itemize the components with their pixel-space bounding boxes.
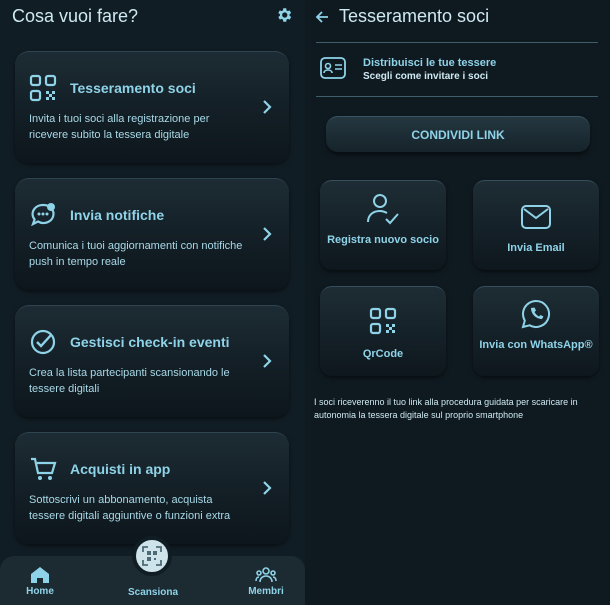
tile-label: QrCode: [362, 348, 404, 360]
back-arrow-icon[interactable]: [315, 10, 329, 24]
cart-icon: [31, 457, 57, 480]
chevron-right-icon: [263, 100, 272, 114]
id-card-icon: [320, 57, 346, 79]
scan-icon: [142, 546, 162, 566]
card-title: Invia notifiche: [70, 207, 165, 223]
scan-button[interactable]: [132, 536, 172, 576]
info-subtitle: Scegli come invitare i soci: [363, 71, 489, 82]
divider: [316, 42, 598, 43]
qr-icon: [29, 74, 57, 102]
card-title: Tesseramento soci: [70, 80, 196, 96]
tile-whatsapp[interactable]: Invia con WhatsApp®: [473, 286, 599, 376]
nav-members[interactable]: Membri: [244, 566, 288, 597]
left-pane: Cosa vuoi fare? Tesseramento soci Invita…: [0, 0, 305, 605]
tile-qrcode[interactable]: QrCode: [320, 286, 446, 376]
chevron-right-icon: [263, 354, 272, 368]
divider: [316, 96, 598, 97]
chat-bubble-icon: [31, 203, 55, 227]
tile-label: Registra nuovo socio: [327, 234, 439, 246]
page-title: Cosa vuoi fare?: [12, 6, 139, 26]
chevron-right-icon: [263, 227, 272, 241]
tile-registra-socio[interactable]: Registra nuovo socio: [320, 180, 446, 270]
info-title: Distribuisci le tue tessere: [363, 57, 497, 69]
card-description: Crea la lista partecipanti scansionando …: [29, 367, 230, 395]
card-title: Acquisti in app: [70, 461, 171, 477]
nav-home-label: Home: [26, 586, 54, 597]
card-gestisci-check-in[interactable]: Gestisci check-in eventi Crea la lista p…: [15, 305, 289, 417]
users-icon: [255, 567, 277, 583]
card-title: Gestisci check-in eventi: [70, 334, 230, 350]
home-icon: [31, 567, 49, 583]
whatsapp-icon: [521, 299, 551, 329]
card-tesseramento-soci[interactable]: Tesseramento soci Invita i tuoi soci all…: [15, 51, 289, 163]
card-invia-notifiche[interactable]: Invia notifiche Comunica i tuoi aggiorna…: [15, 178, 289, 290]
scan-label[interactable]: Scansiona: [118, 587, 188, 598]
user-check-icon: [367, 194, 399, 225]
tile-invia-email[interactable]: Invia Email: [473, 180, 599, 270]
info-note: I soci riceverenno il tuo link alla proc…: [314, 397, 578, 420]
gear-icon[interactable]: [275, 6, 293, 24]
chevron-right-icon: [263, 481, 272, 495]
nav-members-label: Membri: [248, 586, 284, 597]
tile-label: Invia con WhatsApp®: [479, 339, 593, 351]
qr-icon: [369, 307, 397, 335]
card-acquisti-in-app[interactable]: Acquisti in app Sottoscrivi un abbonamen…: [15, 432, 289, 544]
check-circle-icon: [30, 329, 56, 355]
card-description: Comunica i tuoi aggiornamenti con notifi…: [29, 240, 243, 268]
tile-label: Invia Email: [507, 242, 565, 254]
share-link-button[interactable]: CONDIVIDI LINK: [326, 116, 590, 152]
mail-icon: [521, 205, 551, 229]
page-title-right: Tesseramento soci: [339, 6, 490, 26]
card-description: Invita i tuoi soci alla registrazione pe…: [29, 113, 210, 141]
nav-home[interactable]: Home: [22, 566, 58, 597]
card-description: Sottoscrivi un abbonamento, acquista tes…: [29, 494, 231, 522]
